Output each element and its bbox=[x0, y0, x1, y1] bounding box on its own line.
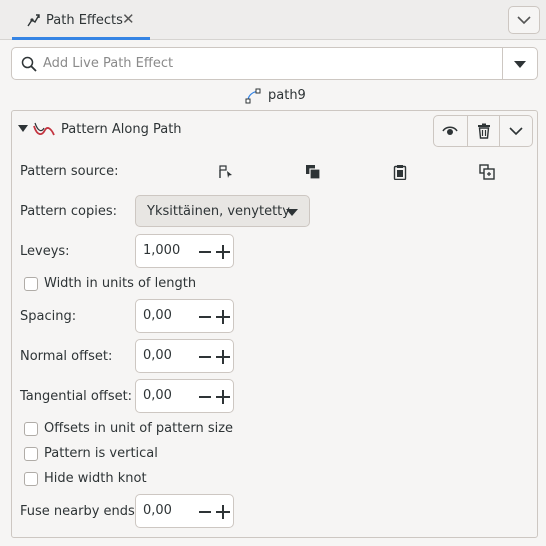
spacing-value[interactable]: 0,00 bbox=[143, 308, 172, 323]
pattern-copies-dropdown[interactable]: Yksittäinen, venytetty bbox=[135, 195, 310, 227]
fuse-nearby-ends-spinbutton[interactable]: 0,00 bbox=[135, 494, 234, 528]
path-icon bbox=[245, 88, 261, 104]
checkbox-label: Offsets in unit of pattern size bbox=[44, 421, 234, 436]
dropdown-arrow-icon bbox=[514, 61, 526, 68]
dropdown-arrow-icon bbox=[286, 209, 298, 216]
minus-icon[interactable] bbox=[199, 316, 211, 318]
tangential-offset-label: Tangential offset: bbox=[20, 389, 133, 404]
minus-icon[interactable] bbox=[199, 511, 211, 513]
current-path: path9 bbox=[0, 86, 546, 106]
minus-icon[interactable] bbox=[199, 251, 211, 253]
chevron-down-icon bbox=[509, 127, 523, 136]
eye-icon bbox=[442, 126, 458, 135]
checkbox-label: Width in units of length bbox=[44, 276, 197, 291]
edit-on-canvas-icon[interactable] bbox=[218, 164, 234, 180]
spacing-spinbutton[interactable]: 0,00 bbox=[135, 299, 234, 333]
width-spinbutton[interactable]: 1,000 bbox=[135, 234, 234, 268]
plus-icon[interactable] bbox=[216, 390, 230, 404]
plus-icon[interactable] bbox=[216, 505, 230, 519]
checkbox-box[interactable] bbox=[24, 277, 38, 291]
search-input[interactable]: Add Live Path Effect bbox=[43, 56, 173, 71]
width-label: Leveys: bbox=[20, 244, 70, 259]
add-effect-search[interactable]: Add Live Path Effect bbox=[11, 47, 538, 80]
paste-icon[interactable] bbox=[392, 164, 408, 180]
pattern-copies-value: Yksittäinen, venytetty bbox=[147, 204, 290, 219]
checkbox-label: Hide width knot bbox=[44, 471, 147, 486]
collapse-triangle-icon[interactable] bbox=[18, 125, 28, 132]
trash-icon bbox=[477, 123, 490, 139]
effect-title: Pattern Along Path bbox=[61, 122, 182, 137]
dock-tab-bar: Path Effects ✕ bbox=[0, 0, 546, 40]
close-icon[interactable]: ✕ bbox=[122, 11, 135, 27]
checkbox-label: Pattern is vertical bbox=[44, 446, 158, 461]
effect-panel: Pattern Along Path Pattern source: Patte… bbox=[11, 110, 538, 538]
normal-offset-label: Normal offset: bbox=[20, 349, 113, 364]
pattern-source-label: Pattern source: bbox=[20, 164, 119, 179]
path-name: path9 bbox=[268, 88, 306, 103]
plus-icon[interactable] bbox=[216, 310, 230, 324]
effect-actions bbox=[433, 115, 533, 147]
plus-icon[interactable] bbox=[216, 350, 230, 364]
minus-icon[interactable] bbox=[199, 356, 211, 358]
width-value[interactable]: 1,000 bbox=[143, 243, 180, 258]
tab-path-effects[interactable]: Path Effects ✕ bbox=[12, 4, 150, 40]
delete-effect-button[interactable] bbox=[466, 116, 500, 146]
fuse-nearby-ends-value[interactable]: 0,00 bbox=[143, 503, 172, 518]
checkbox-box[interactable] bbox=[24, 447, 38, 461]
toggle-visibility-button[interactable] bbox=[434, 116, 467, 146]
pattern-along-path-icon bbox=[33, 122, 55, 136]
chevron-down-icon bbox=[517, 16, 531, 25]
effect-menu-button[interactable] bbox=[499, 116, 532, 146]
link-icon[interactable] bbox=[479, 164, 495, 180]
minus-icon[interactable] bbox=[199, 396, 211, 398]
tab-label: Path Effects bbox=[46, 13, 123, 28]
normal-offset-spinbutton[interactable]: 0,00 bbox=[135, 339, 234, 373]
effect-header: Pattern Along Path bbox=[12, 111, 537, 151]
fuse-nearby-ends-label: Fuse nearby ends: bbox=[20, 504, 140, 519]
search-icon bbox=[21, 56, 37, 72]
tangential-offset-spinbutton[interactable]: 0,00 bbox=[135, 379, 234, 413]
copy-icon[interactable] bbox=[305, 164, 321, 180]
tangential-offset-value[interactable]: 0,00 bbox=[143, 388, 172, 403]
checkbox-box[interactable] bbox=[24, 472, 38, 486]
spacing-label: Spacing: bbox=[20, 309, 77, 324]
pattern-copies-label: Pattern copies: bbox=[20, 204, 118, 219]
search-dropdown-button[interactable] bbox=[502, 48, 537, 79]
tab-menu-button[interactable] bbox=[508, 6, 540, 34]
checkbox-box[interactable] bbox=[24, 422, 38, 436]
normal-offset-value[interactable]: 0,00 bbox=[143, 348, 172, 363]
plus-icon[interactable] bbox=[216, 245, 230, 259]
path-effects-icon bbox=[27, 14, 40, 27]
